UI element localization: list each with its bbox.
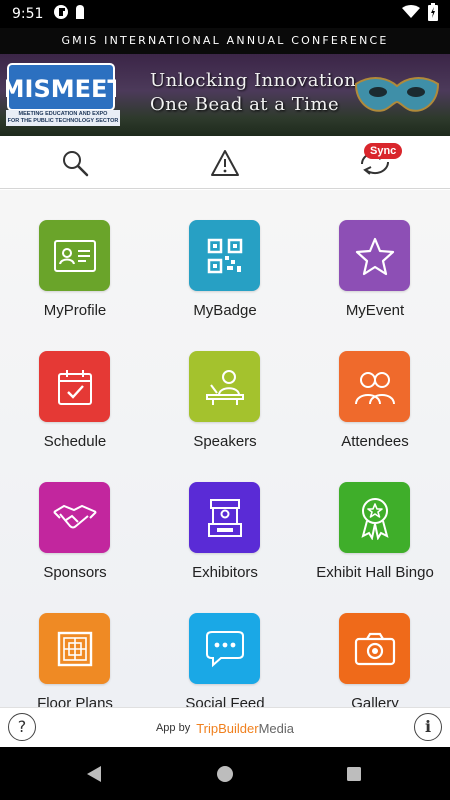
status-bar: 9:51 [0,0,450,28]
menu-tile-attendees[interactable]: Attendees [300,321,450,451]
menu-label-gallery: Gallery [351,695,399,707]
menu-tile-gallery[interactable]: Gallery [300,583,450,707]
menu-tile-exhibit-hall-bingo[interactable]: Exhibit Hall Bingo [300,452,450,582]
menu-label-schedule: Schedule [43,433,107,450]
people-icon [339,351,410,422]
tripbuilder-logo: TripBuilderMedia [196,721,294,736]
battery-charging-icon [428,2,438,26]
menu-tile-myevent[interactable]: MyEvent [300,190,450,320]
menu-tile-schedule[interactable]: Schedule [0,321,150,451]
menu-tile-exhibitors[interactable]: Exhibitors [150,452,300,582]
footer: App by TripBuilderMedia ? i [0,707,450,747]
menu-grid: MyProfile MyBadge MyEvent Schedule Speak… [0,190,450,707]
chat-bubble-icon [189,613,260,684]
id-card-icon [39,220,110,291]
back-icon[interactable] [80,760,108,788]
calendar-check-icon [39,351,110,422]
conference-banner: GMISMEETS MEETING EDUCATION AND EXPO FOR… [0,54,450,136]
logo-tagline-2: FOR THE PUBLIC TECHNOLOGY SECTOR [7,118,119,124]
floor-plan-icon [39,613,110,684]
alerts-button[interactable] [150,136,300,189]
qr-code-icon [189,220,260,291]
menu-label-mybadge: MyBadge [193,302,257,319]
sync-badge[interactable]: Sync [364,143,403,159]
booth-icon [189,482,260,553]
search-button[interactable] [0,136,150,189]
banner-headline-1: Unlocking Innovation [150,70,357,91]
app-credit: App by TripBuilderMedia [0,708,450,748]
logo-text: GMISMEETS [6,75,116,103]
star-icon [339,220,410,291]
system-navigation-bar [0,747,450,800]
logo-tagline-1: MEETING EDUCATION AND EXPO [18,111,108,117]
masquerade-mask-icon [354,77,440,112]
menu-label-myprofile: MyProfile [43,302,107,319]
help-icon[interactable]: ? [8,713,36,741]
menu-tile-sponsors[interactable]: Sponsors [0,452,150,582]
search-icon [63,150,89,176]
status-time: 9:51 [12,6,44,22]
banner-headline-2: One Bead at a Time [150,94,340,115]
home-icon[interactable] [211,760,239,788]
credit-brand: TripBuilder [196,720,259,736]
menu-label-speakers: Speakers [193,433,257,450]
menu-tile-social-feed[interactable]: Social Feed [150,583,300,707]
usb-icon [75,4,85,25]
menu-label-floor-plans: Floor Plans [37,695,113,707]
wifi-icon [402,4,420,24]
credit-brand-suffix: Media [258,720,295,736]
camera-icon [339,613,410,684]
menu-label-exhibitors: Exhibitors [192,564,258,581]
recents-icon[interactable] [340,760,368,788]
vpn-icon [53,4,69,25]
info-icon[interactable]: i [414,713,442,741]
menu-tile-floor-plans[interactable]: Floor Plans [0,583,150,707]
credit-prefix: App by [155,722,191,734]
speaker-podium-icon [189,351,260,422]
menu-label-myevent: MyEvent [345,302,405,319]
menu-label-social-feed: Social Feed [185,695,265,707]
warning-icon [211,149,239,176]
menu-label-sponsors: Sponsors [43,564,107,581]
conference-title: GMIS INTERNATIONAL ANNUAL CONFERENCE [0,28,450,54]
menu-label-exhibit-hall-bingo: Exhibit Hall Bingo [316,564,434,581]
handshake-icon [39,482,110,553]
menu-tile-speakers[interactable]: Speakers [150,321,300,451]
menu-tile-mybadge[interactable]: MyBadge [150,190,300,320]
menu-tile-myprofile[interactable]: MyProfile [0,190,150,320]
logo-tagline: MEETING EDUCATION AND EXPO FOR THE PUBLI… [6,110,120,126]
menu-label-attendees: Attendees [341,433,409,450]
award-ribbon-icon [339,482,410,553]
